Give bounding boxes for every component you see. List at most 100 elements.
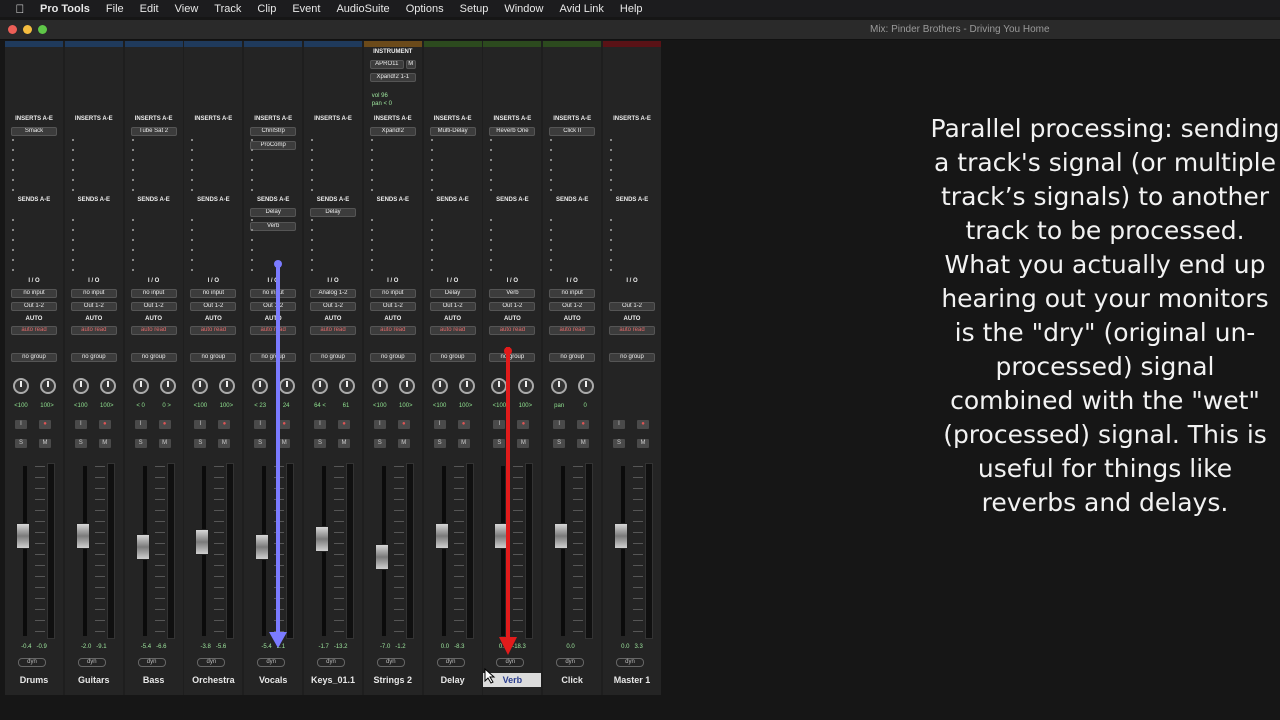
automation-mode[interactable]: auto read xyxy=(310,326,356,335)
automation-mode[interactable]: auto read xyxy=(130,326,177,335)
insert-slot[interactable]: ProComp xyxy=(250,141,297,150)
group-selector[interactable]: no group xyxy=(310,353,356,362)
mute-button[interactable]: M xyxy=(39,439,51,448)
menu-clip[interactable]: Clip xyxy=(257,3,276,15)
input-selector[interactable]: no input xyxy=(70,289,117,298)
menu-window[interactable]: Window xyxy=(504,3,543,15)
volume-fader[interactable] xyxy=(16,523,30,549)
zoom-window-button[interactable] xyxy=(38,25,47,34)
track-name[interactable]: Vocals xyxy=(244,673,302,687)
send-slot[interactable]: Verb xyxy=(250,222,297,231)
output-selector[interactable]: Out 1-2 xyxy=(11,302,57,311)
pan-knob-left[interactable] xyxy=(13,378,29,394)
record-button[interactable]: ● xyxy=(338,420,350,429)
track-name[interactable]: Master 1 xyxy=(603,673,661,687)
automation-mode[interactable]: auto read xyxy=(429,326,476,335)
output-selector[interactable]: Out 1-2 xyxy=(429,302,476,311)
track-name[interactable]: Keys_01.1 xyxy=(304,673,362,687)
input-monitor-button[interactable]: I xyxy=(134,420,147,429)
pan-knob-right[interactable] xyxy=(339,378,355,394)
automation-mode[interactable]: auto read xyxy=(609,326,655,335)
record-button[interactable]: ● xyxy=(98,420,111,429)
record-button[interactable]: ● xyxy=(637,420,649,429)
insert-slot[interactable]: ChnlStrp xyxy=(250,127,297,136)
pan-knob-right[interactable] xyxy=(458,378,475,394)
pan-knob-right[interactable] xyxy=(159,378,176,394)
insert-slot[interactable]: Xpand!2 xyxy=(369,127,416,136)
record-button[interactable]: ● xyxy=(39,420,51,429)
track-name[interactable]: Guitars xyxy=(65,673,123,687)
record-button[interactable]: ● xyxy=(577,420,590,429)
mute-button[interactable]: M xyxy=(637,439,649,448)
track-name[interactable]: Delay xyxy=(424,673,482,687)
app-menu[interactable]: Pro Tools xyxy=(40,3,90,15)
input-selector[interactable]: no input xyxy=(130,289,177,298)
instrument-patch[interactable]: Xpand!2 1-1 xyxy=(369,73,416,82)
input-monitor-button[interactable]: I xyxy=(314,420,326,429)
group-selector[interactable]: no group xyxy=(11,353,57,362)
insert-slot[interactable]: Tube Sat 2 xyxy=(130,127,177,136)
dyn-button[interactable]: dyn xyxy=(77,658,106,667)
input-monitor-button[interactable]: I xyxy=(613,420,625,429)
volume-fader[interactable] xyxy=(554,523,569,549)
input-selector[interactable]: no input xyxy=(11,289,57,298)
mute-button[interactable]: M xyxy=(397,439,410,448)
menu-view[interactable]: View xyxy=(175,3,199,15)
volume-fader[interactable] xyxy=(614,523,628,549)
instrument-plugin[interactable]: APRO11 xyxy=(369,60,404,69)
insert-slot[interactable]: Multi-Delay xyxy=(429,127,476,136)
volume-fader[interactable] xyxy=(75,523,90,549)
apple-icon[interactable]:  xyxy=(0,2,40,16)
mute-button[interactable]: M xyxy=(577,439,590,448)
track-name[interactable]: Drums xyxy=(5,673,63,687)
menu-edit[interactable]: Edit xyxy=(140,3,159,15)
mute-button[interactable]: M xyxy=(158,439,171,448)
solo-button[interactable]: S xyxy=(74,439,87,448)
volume-fader[interactable] xyxy=(434,523,449,549)
dyn-button[interactable]: dyn xyxy=(436,658,465,667)
solo-button[interactable]: S xyxy=(194,439,207,448)
input-selector[interactable]: Analog 1-2 xyxy=(310,289,356,298)
output-selector[interactable]: Out 1-2 xyxy=(609,302,655,311)
mute-button[interactable]: M xyxy=(218,439,231,448)
automation-mode[interactable]: auto read xyxy=(11,326,57,335)
input-selector[interactable]: Delay xyxy=(429,289,476,298)
pan-knob-left[interactable] xyxy=(312,378,328,394)
input-monitor-button[interactable]: I xyxy=(74,420,87,429)
solo-button[interactable]: S xyxy=(314,439,326,448)
pan-knob-left[interactable] xyxy=(371,378,388,394)
solo-button[interactable]: S xyxy=(254,439,267,448)
group-selector[interactable]: no group xyxy=(190,353,237,362)
input-selector[interactable]: no input xyxy=(369,289,416,298)
input-selector[interactable]: no input xyxy=(549,289,596,298)
menu-setup[interactable]: Setup xyxy=(460,3,489,15)
input-monitor-button[interactable]: I xyxy=(194,420,207,429)
menu-avid-link[interactable]: Avid Link xyxy=(559,3,603,15)
automation-mode[interactable]: auto read xyxy=(190,326,237,335)
solo-button[interactable]: S xyxy=(15,439,27,448)
input-selector[interactable]: no input xyxy=(190,289,237,298)
group-selector[interactable]: no group xyxy=(70,353,117,362)
automation-mode[interactable]: auto read xyxy=(70,326,117,335)
record-button[interactable]: ● xyxy=(218,420,231,429)
insert-slot[interactable]: Reverb One xyxy=(489,127,536,136)
insert-slot[interactable]: Smack xyxy=(11,127,57,136)
record-button[interactable]: ● xyxy=(397,420,410,429)
pan-knob-right[interactable] xyxy=(40,378,56,394)
menu-help[interactable]: Help xyxy=(620,3,643,15)
mute-button[interactable]: M xyxy=(98,439,111,448)
dyn-button[interactable]: dyn xyxy=(616,658,644,667)
automation-mode[interactable]: auto read xyxy=(489,326,536,335)
output-selector[interactable]: Out 1-2 xyxy=(369,302,416,311)
dyn-button[interactable]: dyn xyxy=(197,658,226,667)
input-monitor-button[interactable]: I xyxy=(433,420,446,429)
pan-knob-left[interactable] xyxy=(132,378,149,394)
solo-button[interactable]: S xyxy=(433,439,446,448)
output-selector[interactable]: Out 1-2 xyxy=(549,302,596,311)
group-selector[interactable]: no group xyxy=(130,353,177,362)
dyn-button[interactable]: dyn xyxy=(496,658,525,667)
volume-fader[interactable] xyxy=(374,544,389,570)
automation-mode[interactable]: auto read xyxy=(369,326,416,335)
send-slot[interactable]: Delay xyxy=(250,208,297,217)
input-monitor-button[interactable]: I xyxy=(373,420,386,429)
